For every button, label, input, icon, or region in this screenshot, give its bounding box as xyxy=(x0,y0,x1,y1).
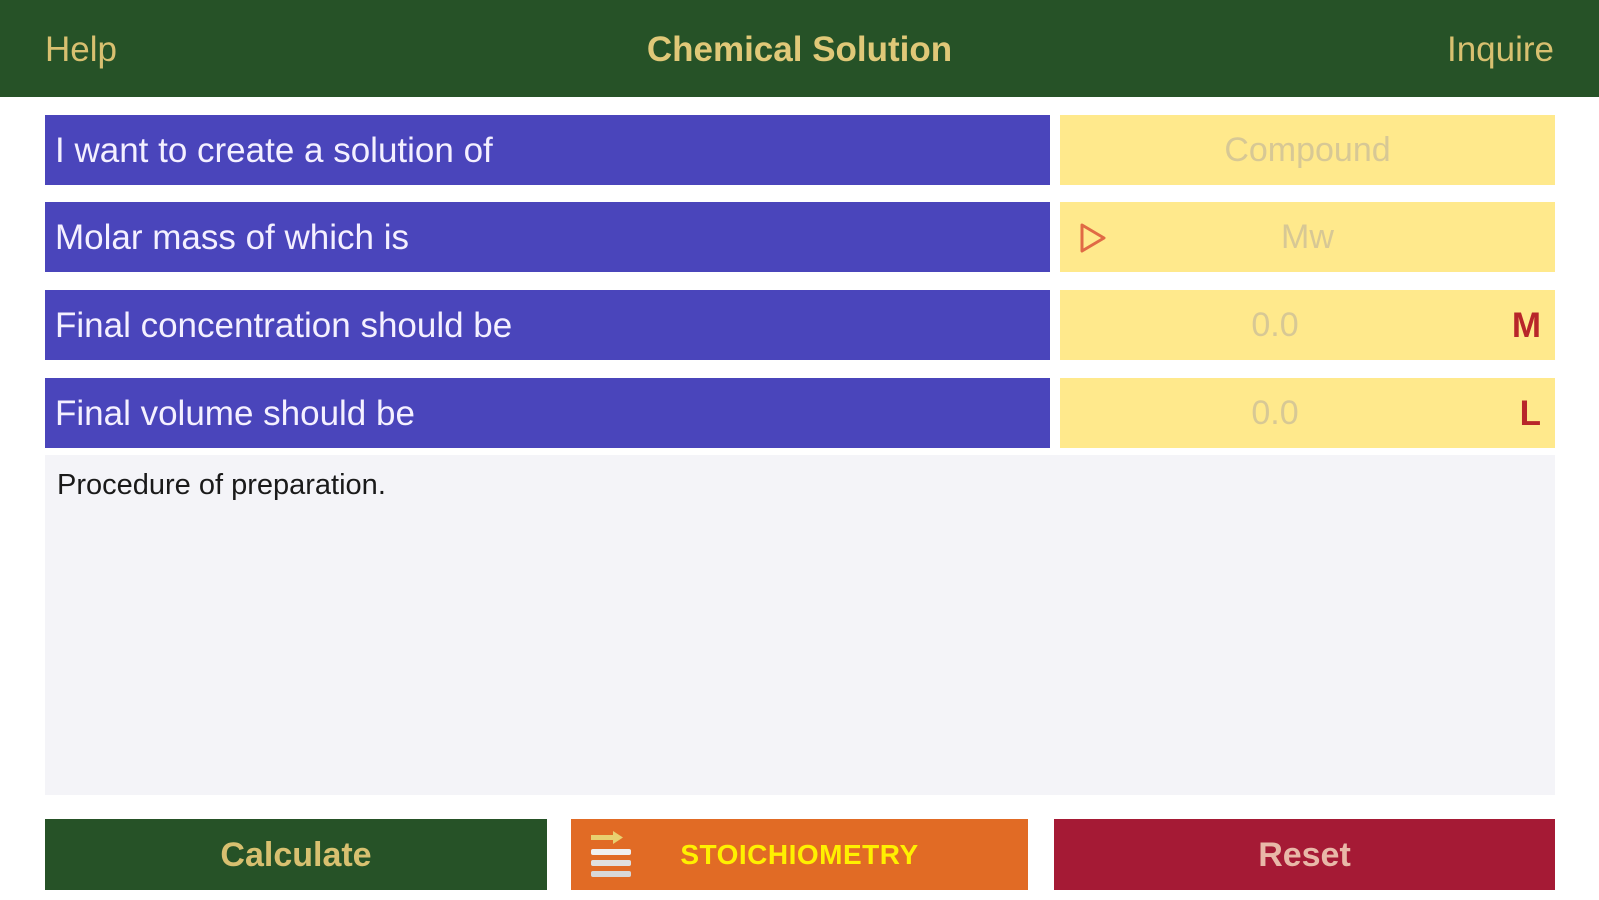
molar-mass-input[interactable] xyxy=(1060,202,1555,272)
volume-label: Final volume should be xyxy=(45,378,1050,448)
concentration-label: Final concentration should be xyxy=(45,290,1050,360)
concentration-unit: M xyxy=(1511,306,1541,345)
stoichiometry-button[interactable]: STOICHIOMETRY xyxy=(571,819,1028,890)
concentration-field-container: M xyxy=(1060,290,1555,360)
page-title: Chemical Solution xyxy=(646,30,953,69)
compound-label: I want to create a solution of xyxy=(45,115,1050,185)
procedure-text: Procedure of preparation. xyxy=(57,469,386,501)
molar-mass-row: Molar mass of which is xyxy=(45,202,1555,272)
stoichiometry-label: STOICHIOMETRY xyxy=(680,839,919,870)
volume-row: Final volume should be L xyxy=(45,378,1555,448)
play-triangle-icon[interactable] xyxy=(1078,222,1108,254)
reset-button[interactable]: Reset xyxy=(1054,819,1555,890)
molar-mass-field-container xyxy=(1060,202,1555,272)
concentration-row: Final concentration should be M xyxy=(45,290,1555,360)
navigation-bar: Chemical Solution Help Inquire xyxy=(0,0,1599,97)
volume-input[interactable] xyxy=(1060,378,1490,448)
stoichiometry-icon xyxy=(591,831,631,877)
compound-row: I want to create a solution of xyxy=(45,115,1555,185)
volume-unit: L xyxy=(1519,394,1541,433)
inquire-button[interactable]: Inquire xyxy=(1447,0,1554,97)
compound-input[interactable] xyxy=(1060,115,1555,185)
compound-field-container xyxy=(1060,115,1555,185)
help-button[interactable]: Help xyxy=(45,0,117,97)
concentration-input[interactable] xyxy=(1060,290,1490,360)
molar-mass-label: Molar mass of which is xyxy=(45,202,1050,272)
calculate-button[interactable]: Calculate xyxy=(45,819,547,890)
volume-field-container: L xyxy=(1060,378,1555,448)
procedure-text-area[interactable]: Procedure of preparation. xyxy=(45,455,1555,795)
